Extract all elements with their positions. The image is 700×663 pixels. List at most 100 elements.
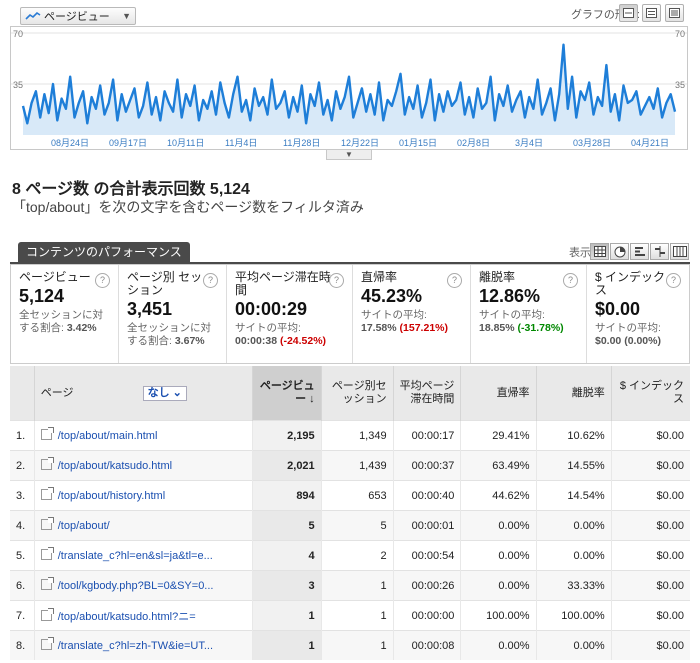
page-cell: /top/about/main.html [33,420,253,451]
x-tick-label: 11月4日 [225,138,257,148]
x-tick-label: 04月21日 [631,138,669,148]
pageviews-header-label: ページビュー [259,380,315,405]
scorecard-value: 45.23% [361,286,423,306]
bounce-cell: 44.62% [460,480,537,511]
content-table: ページ なし ⌄ ページビュー ↓ ページ別セッション 平均ページ滞在時間 直帰… [10,366,690,660]
sessions-cell: 1 [320,570,394,601]
row-number: 2. [10,450,35,481]
row-number-header [10,366,35,421]
table-row: 1. /top/about/main.html 2,195 1,349 00:00:17… [10,420,690,451]
avg-time-column-header[interactable]: 平均ページ滞在時間 [392,366,461,421]
sessions-cell: 1 [320,630,394,660]
scorecard-value: 12.86% [479,286,541,306]
scorecard-title: ページ別 セッション [127,270,203,297]
chevron-down-icon: ▼ [122,11,131,21]
exit-cell: 0.00% [535,510,612,541]
tab-content-performance[interactable]: コンテンツのパフォーマンス [18,242,190,262]
open-page-icon[interactable] [40,457,54,470]
scorecard-sessions: ページ別 セッション ? 3,451 全セッションに対 する割合: 3.67% [119,265,227,363]
index-column-header[interactable]: $ インデックス [610,366,690,421]
page-link[interactable]: /tool/kgbody.php?BL=0&SY=0... [58,580,214,592]
table-header-row: ページ なし ⌄ ページビュー ↓ ページ別セッション 平均ページ滞在時間 直帰… [10,366,690,421]
secondary-dimension-value: なし [147,386,170,399]
pageviews-cell: 3 [252,570,322,601]
grid-icon [593,246,606,257]
secondary-dimension-dropdown[interactable]: なし ⌄ [142,385,187,401]
bounce-cell: 0.00% [460,630,537,660]
open-page-icon[interactable] [40,547,54,560]
open-page-icon[interactable] [40,427,54,440]
list-graph-format-button[interactable] [665,4,684,22]
sessions-cell: 1,439 [320,450,394,481]
pageviews-cell: 2,021 [252,450,322,481]
line-chart-icon [25,11,41,20]
metric-label: ページビュー [44,11,110,23]
help-icon[interactable]: ? [563,273,578,288]
page-link[interactable]: /top/about/history.html [58,490,165,502]
y-tick-label-right: 70 [675,29,685,39]
open-page-icon[interactable] [40,577,54,590]
pageview-chart[interactable]: 35 35 70 70 08月24日 09月17日 10月11日 11月4日 11月28日 12月… [10,26,688,150]
help-icon[interactable]: ? [329,273,344,288]
x-tick-label: 01月15日 [399,138,437,148]
page-cell: /top/about/history.html [33,480,253,511]
avg-time-cell: 00:00:54 [392,540,461,571]
sessions-column-header[interactable]: ページ別セッション [320,366,394,421]
page-link[interactable]: /top/about/ [58,520,110,532]
page-link[interactable]: /translate_c?hl=en&sl=ja&tl=e... [58,550,213,562]
open-page-icon[interactable] [40,607,54,621]
sessions-cell: 1,349 [320,420,394,451]
collapse-chart-toggle[interactable]: ▼ [326,150,372,160]
open-page-icon[interactable] [40,637,54,650]
scorecard-sub: サイトの平均: 18.85% (-31.78%) [479,309,564,334]
page-header-label: ページ [40,386,74,399]
row-number: 8. [10,630,35,660]
page-link[interactable]: /top/about/katsudo.html?ニ= [58,611,196,623]
page-link[interactable]: /translate_c?hl=zh-TW&ie=UT... [58,640,213,652]
table-view-button[interactable] [590,243,609,260]
pageviews-column-header[interactable]: ページビュー ↓ [252,366,322,421]
open-page-icon[interactable] [40,517,54,530]
table-graph-format-button[interactable] [642,4,661,22]
help-icon[interactable]: ? [203,273,218,288]
exit-header-label: 離脱率 [571,386,605,399]
pageviews-cell: 1 [252,630,322,660]
help-icon[interactable]: ? [95,273,110,288]
page-link[interactable]: /top/about/katsudo.html [58,460,172,472]
index-cell: $0.00 [610,450,690,481]
index-cell: $0.00 [610,510,690,541]
x-tick-label: 09月17日 [109,138,147,148]
index-header-label: $ インデックス [619,380,684,405]
exit-cell: 100.00% [535,600,612,631]
open-page-icon[interactable] [40,487,54,500]
row-number: 7. [10,600,35,631]
scorecard-sub: サイトの平均: 17.58% (157.21%) [361,309,448,334]
help-icon[interactable]: ? [447,273,462,288]
scorecard-sub: サイトの平均: 00:00:38 (-24.52%) [235,322,327,347]
table-row: 3. /top/about/history.html 894 653 00:00:40 4… [10,480,690,511]
page-column-header[interactable]: ページ なし ⌄ [33,366,253,421]
metric-dropdown[interactable]: ページビュー ▼ [20,7,136,25]
comparison-view-button[interactable] [650,243,669,260]
sessions-header-label: ページ別セッション [331,380,387,405]
pie-view-button[interactable] [610,243,629,260]
help-icon[interactable]: ? [666,273,681,288]
avg-time-cell: 00:00:17 [392,420,461,451]
bounce-column-header[interactable]: 直帰率 [460,366,537,421]
line-graph-format-button[interactable] [619,4,638,22]
exit-column-header[interactable]: 離脱率 [535,366,612,421]
x-tick-label: 3月4日 [515,138,543,148]
scorecard-exit-rate: 離脱率 ? 12.86% サイトの平均: 18.85% (-31.78%) [471,265,587,363]
performance-view-button[interactable] [630,243,649,260]
page-cell: /top/about/katsudo.html?ニ= [33,600,253,631]
page-cell: /translate_c?hl=en&sl=ja&tl=e... [33,540,253,571]
pivot-view-button[interactable] [670,243,689,260]
y-tick-label-left: 70 [13,29,23,39]
table-row: 6. /tool/kgbody.php?BL=0&SY=0... 3 1 00:00:2… [10,570,690,601]
pie-chart-icon [614,246,625,257]
avg-time-cell: 00:00:26 [392,570,461,601]
table-row: 8./translate_c?hl=zh-TW&ie=UT... 1 1 00:00:… [10,630,690,660]
avg-time-header-label: 平均ページ滞在時間 [399,380,455,405]
x-tick-label: 11月28日 [283,138,320,148]
page-link[interactable]: /top/about/main.html [58,430,158,442]
